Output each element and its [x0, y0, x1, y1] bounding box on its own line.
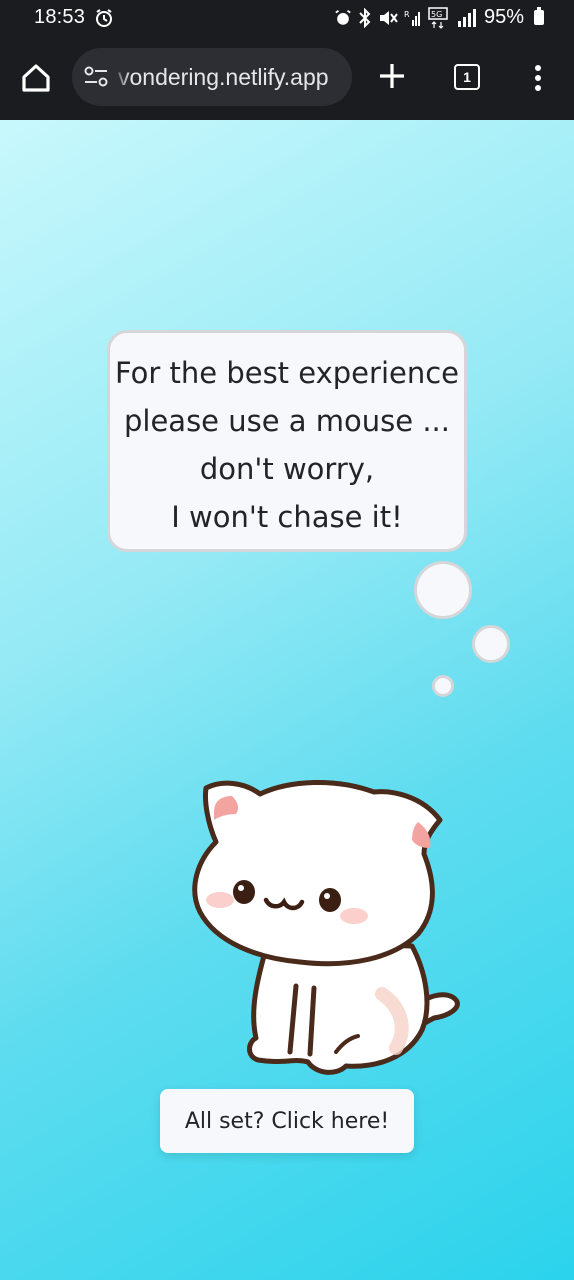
tabs-icon[interactable]: 1	[454, 64, 480, 90]
bubble-line: For the best experience	[114, 356, 460, 390]
browser-toolbar: vondering.netlify.app 1	[0, 36, 574, 121]
bubble-message: For the best experience please use a mou…	[110, 349, 464, 541]
url-fade	[112, 48, 130, 106]
5g-icon: 5G	[428, 6, 450, 29]
plus-icon[interactable]	[376, 60, 408, 92]
bluetooth-icon	[358, 7, 372, 28]
mute-icon	[378, 9, 398, 27]
thought-bubble: For the best experience please use a mou…	[107, 330, 467, 552]
svg-text:5G: 5G	[431, 10, 442, 19]
thought-dot-small	[432, 675, 454, 697]
battery-icon	[534, 7, 544, 25]
thought-dot-medium	[472, 625, 510, 663]
alarm-icon	[334, 9, 352, 27]
bubble-line: don't worry,	[199, 452, 375, 486]
signal-icon	[456, 8, 476, 27]
status-time: 18:53	[34, 6, 86, 28]
url-text[interactable]: vondering.netlify.app	[118, 64, 329, 91]
address-bar[interactable]: vondering.netlify.app	[72, 48, 352, 106]
svg-text:R: R	[404, 10, 410, 19]
home-icon[interactable]	[18, 60, 54, 96]
site-settings-icon[interactable]	[84, 66, 108, 88]
battery-level: 95%	[483, 6, 524, 28]
all-set-button[interactable]: All set? Click here!	[160, 1089, 414, 1153]
status-icons: R 5G 95%	[334, 6, 544, 29]
status-bar: 18:53 R 5G 95%	[0, 0, 574, 36]
alarm-icon	[94, 8, 114, 28]
bubble-line: I won't chase it!	[171, 500, 403, 534]
page-content: For the best experience please use a mou…	[0, 120, 574, 1280]
cat-illustration	[192, 779, 460, 1075]
bubble-line: please use a mouse ...	[124, 404, 450, 438]
thought-dot-large	[414, 561, 472, 619]
more-vert-icon[interactable]	[528, 62, 548, 94]
call-signal-icon: R	[404, 8, 422, 28]
